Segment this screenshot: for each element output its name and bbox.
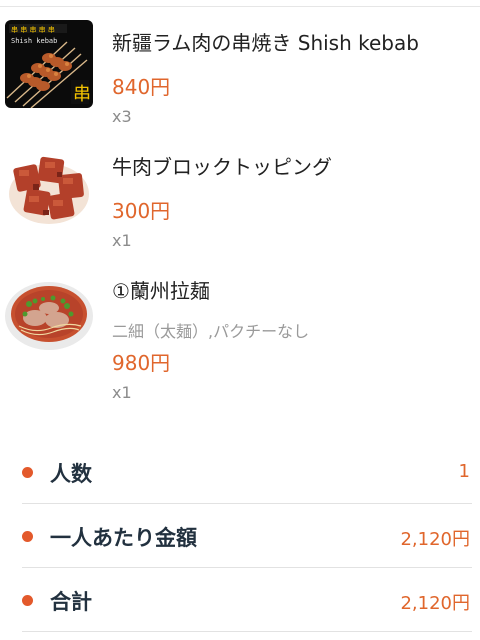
item-name: 牛肉ブロックトッピング	[112, 155, 332, 179]
item-option: 二細（太麺）,パクチーなし	[112, 322, 310, 341]
bullet-dot-icon	[22, 595, 33, 606]
summary-row-total: 合計 2,120円	[22, 568, 472, 632]
beef-block-image	[5, 144, 93, 232]
item-name: 新疆ラム肉の串焼き Shish kebab	[112, 31, 419, 55]
svg-text:串: 串	[73, 84, 91, 105]
summary-row-people: 人数 1	[22, 440, 472, 504]
kebab-image: 串 串 串 串 串 Shish kebab 串	[5, 20, 93, 108]
item-quantity: x3	[112, 107, 132, 126]
summary-label: 人数	[50, 462, 92, 486]
item-name: ①蘭州拉麺	[112, 279, 210, 303]
item-price: 980円	[112, 351, 171, 375]
bullet-dot-icon	[22, 467, 33, 478]
summary-value: 2,120円	[400, 593, 470, 614]
summary-value: 1	[458, 461, 470, 482]
summary-label: 一人あたり金額	[50, 526, 197, 550]
lanzhou-noodle-image	[5, 268, 93, 356]
summary-label: 合計	[50, 590, 92, 614]
summary-row-per-person: 一人あたり金額 2,120円	[22, 504, 472, 568]
kebab-image-caption: Shish kebab	[11, 37, 57, 45]
summary-value: 2,120円	[400, 529, 470, 550]
top-divider	[0, 6, 480, 7]
item-price: 300円	[112, 199, 171, 223]
item-price: 840円	[112, 75, 171, 99]
item-quantity: x1	[112, 383, 132, 402]
item-quantity: x1	[112, 231, 132, 250]
bullet-dot-icon	[22, 531, 33, 542]
svg-text:串 串 串 串 串: 串 串 串 串 串	[11, 26, 55, 34]
